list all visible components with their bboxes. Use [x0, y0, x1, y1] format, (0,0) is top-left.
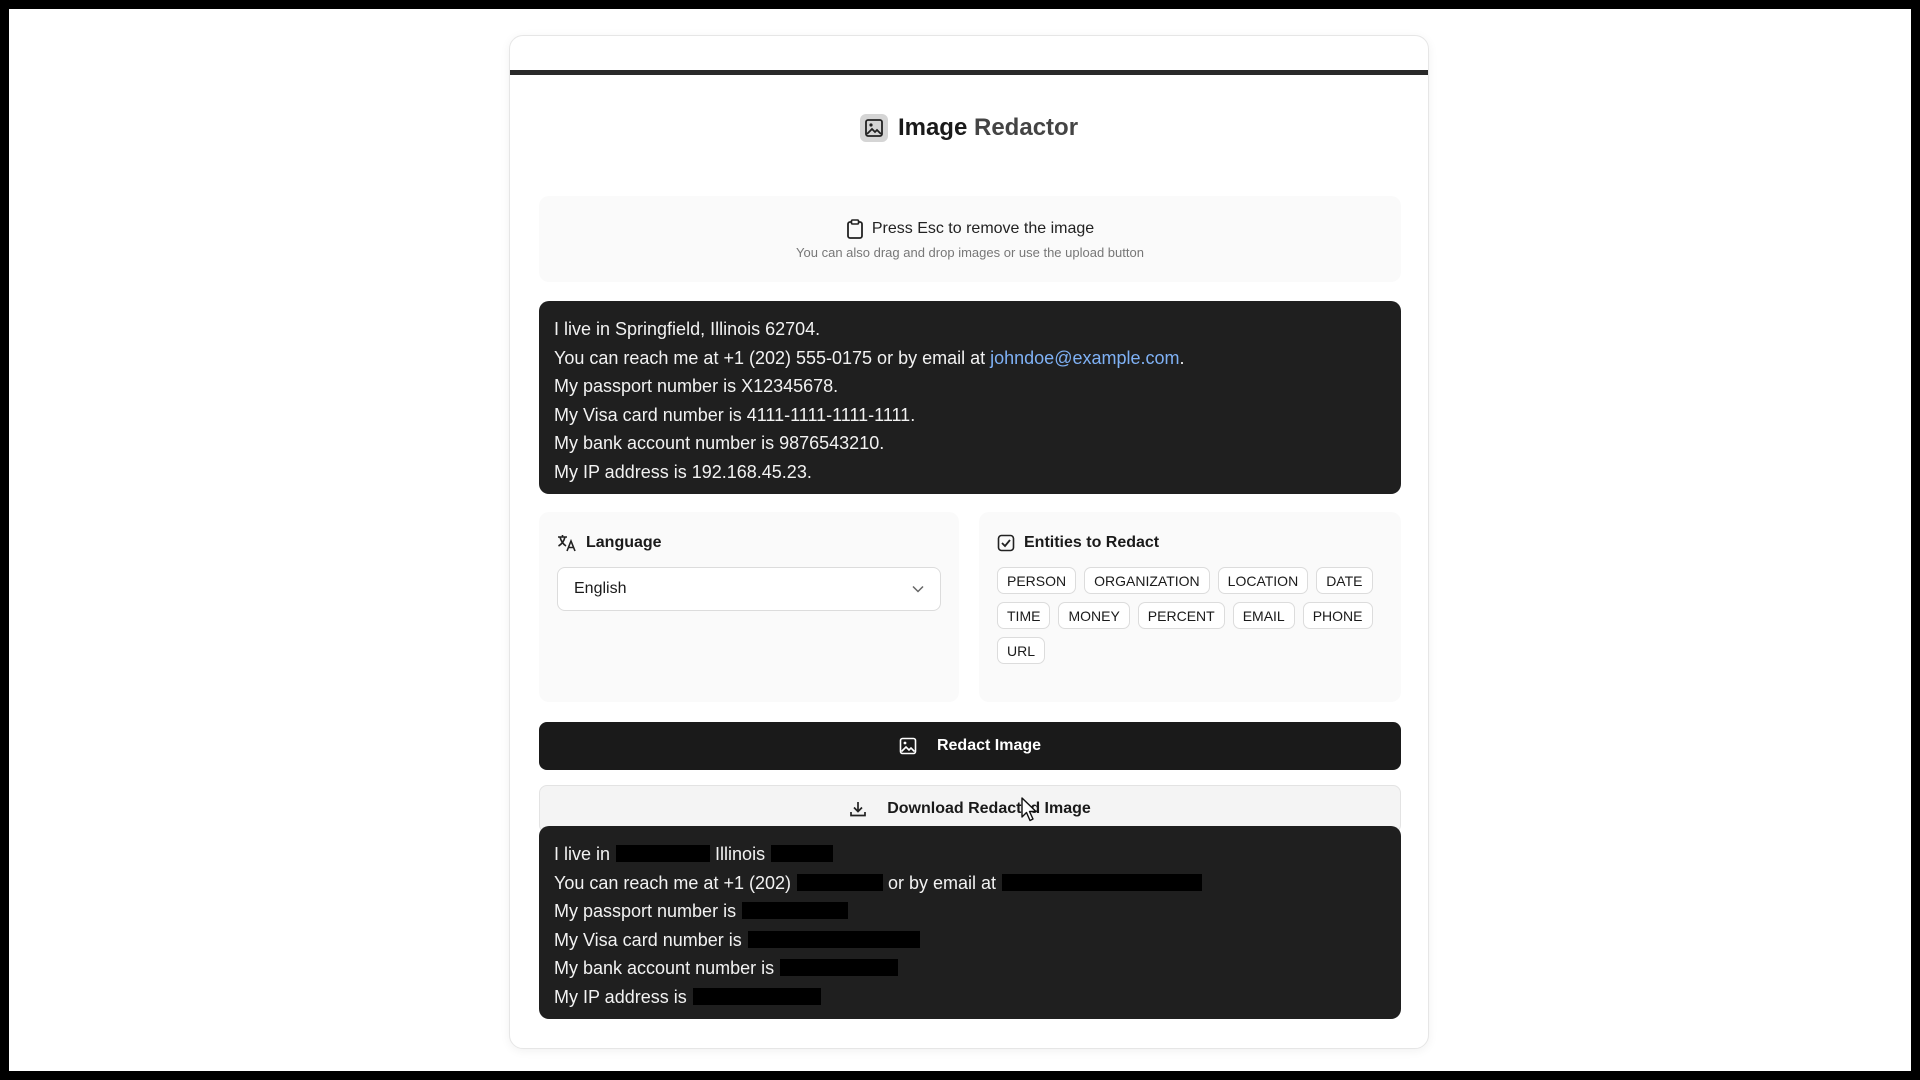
language-panel: Language English: [539, 512, 959, 702]
chevron-down-icon: [912, 585, 924, 593]
entity-chip-person[interactable]: PERSON: [997, 567, 1077, 594]
entity-chip-location[interactable]: LOCATION: [1217, 567, 1309, 594]
redaction-bar: [616, 845, 711, 862]
text-line: My bank account number is: [554, 954, 1386, 983]
checkbox-icon: [997, 534, 1015, 552]
text-line: My bank account number is 9876543210.: [554, 433, 885, 454]
original-image-text: I live in Springfield, Illinois 62704. Y…: [539, 301, 1401, 494]
app-title: Image Redactor: [897, 114, 1079, 141]
entity-chip-organization[interactable]: ORGANIZATION: [1084, 567, 1210, 594]
text-line: My IP address is: [554, 983, 1386, 1012]
image-dropzone[interactable]: Press Esc to remove the image You can al…: [539, 196, 1401, 282]
entity-chip-email[interactable]: EMAIL: [1232, 602, 1295, 629]
entity-chip-percent[interactable]: PERCENT: [1137, 602, 1225, 629]
text-line: You can reach me at +1 (202) or by email…: [554, 869, 1386, 898]
page-title: Image Redactor: [510, 108, 1428, 148]
mouse-cursor-icon: [1021, 797, 1039, 823]
image-icon: [899, 737, 917, 755]
entity-chip-date[interactable]: DATE: [1316, 567, 1373, 594]
clipboard-icon: [846, 218, 864, 239]
dropzone-hint: You can also drag and drop images or use…: [796, 244, 1144, 260]
redact-image-button[interactable]: Redact Image: [539, 722, 1401, 770]
redaction-bar: [692, 987, 821, 1005]
redaction-bar: [780, 959, 899, 977]
dropzone-instruction: Press Esc to remove the image: [871, 219, 1095, 237]
language-selected-value: English: [574, 580, 627, 597]
download-icon: [849, 800, 867, 818]
text-line: My Visa card number is: [554, 926, 1386, 955]
app-screen: Image Redactor Press Esc to remove the i…: [9, 9, 1911, 1071]
download-redacted-label: Download Redacted Image: [887, 800, 1091, 817]
text-line: You can reach me at +1 (202) 555-0175 or…: [554, 347, 1185, 368]
top-accent-bar: [510, 70, 1428, 75]
email-link[interactable]: johndoe@example.com: [990, 348, 1179, 368]
redaction-bar: [747, 930, 920, 948]
entity-chip-money[interactable]: MONEY: [1058, 602, 1130, 629]
entity-chip-url[interactable]: URL: [997, 637, 1046, 664]
entities-label: Entities to Redact: [1024, 534, 1160, 551]
redact-image-label: Redact Image: [936, 737, 1042, 754]
redaction-bar: [1002, 873, 1203, 891]
redactor-card: Image Redactor Press Esc to remove the i…: [509, 35, 1429, 1049]
entities-panel: Entities to Redact PERSON ORGANIZATION L…: [979, 512, 1401, 702]
redaction-bar: [742, 902, 849, 920]
text-line: My IP address is 192.168.45.23.: [554, 461, 812, 482]
entity-chip-time[interactable]: TIME: [997, 602, 1051, 629]
language-label: Language: [586, 534, 662, 551]
image-icon: [859, 114, 888, 142]
redaction-bar: [797, 873, 883, 891]
language-select[interactable]: English: [557, 567, 941, 611]
translate-icon: [557, 534, 577, 552]
text-line: I live in Illinois: [554, 840, 1386, 869]
text-line: My passport number is X12345678.: [554, 376, 839, 397]
text-line: My passport number is: [554, 897, 1386, 926]
redacted-image-text: I live in Illinois You can reach me at +…: [539, 826, 1401, 1019]
text-line: I live in Springfield, Illinois 62704.: [554, 319, 821, 339]
entity-chip-phone[interactable]: PHONE: [1302, 602, 1373, 629]
text-line: My Visa card number is 4111-1111-1111-11…: [554, 404, 916, 425]
entity-chip-list: PERSON ORGANIZATION LOCATION DATE TIME M…: [997, 567, 1387, 664]
redaction-bar: [771, 845, 834, 862]
